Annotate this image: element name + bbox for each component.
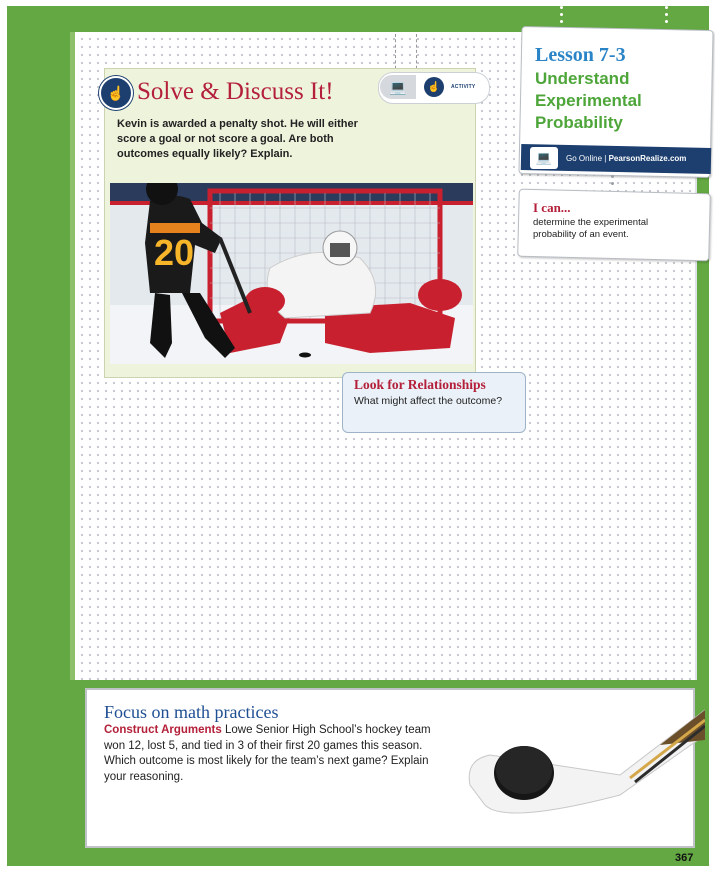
pearson-realize-link[interactable]: PearsonRealize.com xyxy=(609,154,687,163)
dotted-connector xyxy=(611,175,614,189)
activity-hand-icon[interactable]: ☝ xyxy=(424,77,444,97)
focus-title: Focus on math practices xyxy=(104,702,279,722)
i-can-objective: determine the experimental probability o… xyxy=(533,217,649,240)
go-online-link[interactable]: Go Online | PearsonRealize.com xyxy=(566,154,686,163)
textbook-page: ☝ Solve & Discuss It! Kevin is awarded a… xyxy=(0,0,715,874)
look-for-relationships-title: Look for Relationships xyxy=(354,377,486,392)
activity-label[interactable]: ACTIVITY xyxy=(451,84,475,90)
hockey-stick-and-puck-illustration xyxy=(468,709,705,814)
hand-pointer-icon: ☝ xyxy=(99,76,133,110)
solve-discuss-question: Kevin is awarded a penalty shot. He will… xyxy=(117,118,358,160)
page-number: 367 xyxy=(675,852,694,864)
lesson-number: Lesson 7-3 xyxy=(535,44,626,66)
jersey-number: 20 xyxy=(154,232,194,273)
dotted-connector xyxy=(665,6,668,27)
lesson-title: Understand Experimental Probability xyxy=(535,69,642,132)
look-for-relationships-text: What might affect the outcome? xyxy=(354,395,503,407)
construct-arguments-label: Construct Arguments xyxy=(104,724,222,736)
solve-discuss-title: Solve & Discuss It! xyxy=(137,78,334,105)
dotted-connector xyxy=(560,6,563,27)
hockey-scene-illustration: 20 xyxy=(110,183,473,364)
i-can-title: I can... xyxy=(533,200,571,215)
laptop-icon[interactable]: 💻 xyxy=(380,75,416,99)
hockey-penalty-shot-photo: 20 xyxy=(110,183,473,364)
laptop-wifi-icon[interactable]: 💻 xyxy=(530,147,558,169)
focus-prompt: Construct Arguments Lowe Senior High Sch… xyxy=(104,723,434,785)
go-online-label: Go Online xyxy=(566,154,603,163)
